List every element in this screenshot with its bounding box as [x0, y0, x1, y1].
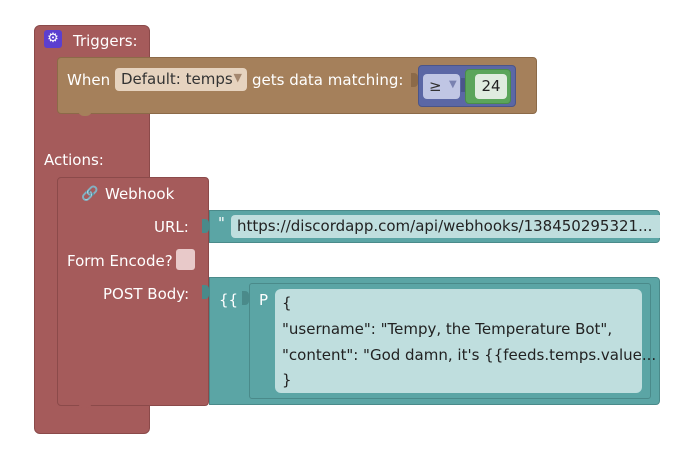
- actions-label: Actions:: [44, 151, 104, 169]
- post-body-textarea[interactable]: { "username": "Tempy, the Temperature Bo…: [275, 289, 656, 393]
- triggers-label: Triggers:: [73, 32, 138, 50]
- feed-dropdown-value: Default: temps: [121, 70, 233, 88]
- input-connector: [242, 291, 249, 305]
- form-encode-label: Form Encode?: [67, 252, 173, 270]
- form-encode-checkbox[interactable]: [176, 249, 195, 270]
- input-connector: [202, 219, 209, 233]
- chevron-down-icon: ▼: [449, 79, 457, 90]
- body-line: "content": "God damn, it's {{feeds.temps…: [282, 346, 657, 364]
- webhook-title: Webhook: [105, 185, 175, 203]
- url-quote: ": [218, 214, 225, 232]
- threshold-number-field[interactable]: 24: [475, 74, 507, 99]
- chevron-down-icon: ▼: [233, 71, 242, 84]
- operator-value: ≥: [429, 77, 442, 95]
- input-connector: [202, 285, 209, 299]
- url-label: URL:: [154, 218, 189, 236]
- input-connector: [411, 73, 418, 87]
- url-value: https://discordapp.com/api/webhooks/1384…: [237, 217, 653, 235]
- link-icon: 🔗: [81, 186, 99, 202]
- feed-dropdown[interactable]: Default: temps ▼: [115, 68, 247, 91]
- operator-dropdown[interactable]: ≥ ▼: [423, 74, 460, 99]
- body-line: {: [282, 294, 292, 312]
- when-label: When: [67, 71, 111, 89]
- param-marker: P: [259, 291, 269, 309]
- body-line: }: [282, 371, 292, 389]
- body-line: "username": "Tempy, the Temperature Bot"…: [282, 320, 613, 338]
- gear-icon[interactable]: ⚙: [44, 30, 62, 48]
- post-body-label: POST Body:: [103, 285, 190, 303]
- gets-data-matching-label: gets data matching:: [252, 71, 404, 89]
- url-input[interactable]: https://discordapp.com/api/webhooks/1384…: [231, 215, 660, 238]
- template-marker: {{: [219, 291, 239, 309]
